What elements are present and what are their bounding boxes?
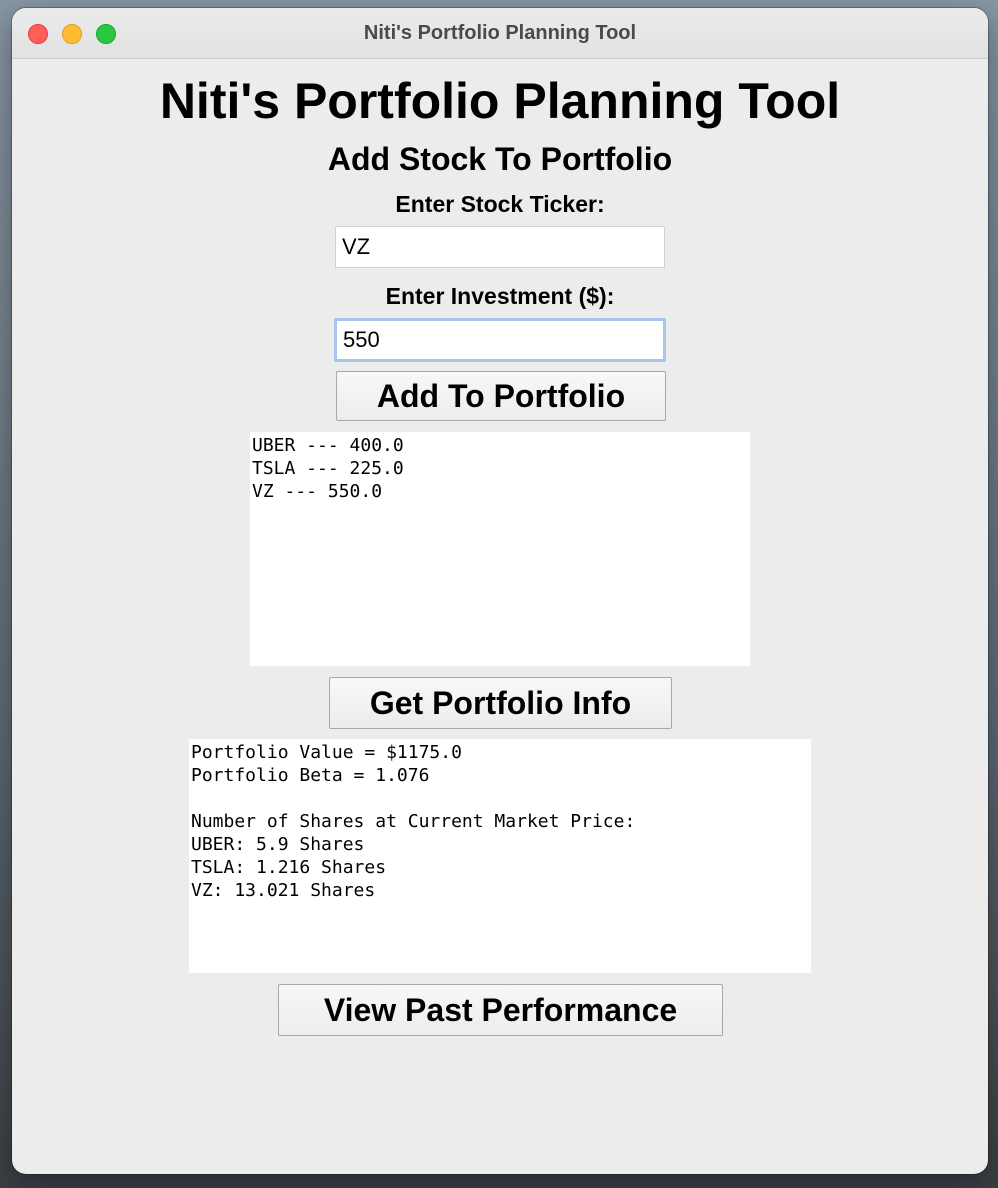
- ticker-label: Enter Stock Ticker:: [395, 191, 605, 217]
- investment-label: Enter Investment ($):: [385, 283, 615, 309]
- title-bar[interactable]: Niti's Portfolio Planning Tool: [12, 8, 988, 59]
- info-line: TSLA: 1.216 Shares: [191, 857, 387, 878]
- app-window: Niti's Portfolio Planning Tool Niti's Po…: [12, 8, 988, 1174]
- add-to-portfolio-button[interactable]: Add To Portfolio: [336, 371, 666, 421]
- get-portfolio-info-button[interactable]: Get Portfolio Info: [329, 677, 672, 729]
- investment-input[interactable]: [334, 318, 666, 362]
- holdings-list[interactable]: UBER --- 400.0 TSLA --- 225.0 VZ --- 550.0: [250, 432, 750, 666]
- info-line: [191, 787, 809, 810]
- portfolio-info-output[interactable]: Portfolio Value = $1175.0 Portfolio Beta …: [189, 739, 811, 973]
- holding-line: UBER --- 400.0: [252, 435, 404, 456]
- ticker-input[interactable]: [335, 226, 665, 268]
- section-title: Add Stock To Portfolio: [327, 141, 673, 177]
- app-heading: Niti's Portfolio Planning Tool: [159, 73, 841, 129]
- main-content: Niti's Portfolio Planning Tool Add Stock…: [12, 59, 988, 1174]
- info-line: UBER: 5.9 Shares: [191, 834, 365, 855]
- holding-line: TSLA --- 225.0: [252, 458, 404, 479]
- info-line: VZ: 13.021 Shares: [191, 880, 376, 901]
- info-line: Number of Shares at Current Market Price…: [191, 811, 636, 832]
- info-line: Portfolio Value = $1175.0: [191, 742, 462, 763]
- window-title: Niti's Portfolio Planning Tool: [363, 22, 637, 44]
- holding-line: VZ --- 550.0: [252, 481, 383, 502]
- desktop: Niti's Portfolio Planning Tool Niti's Po…: [0, 0, 998, 1188]
- info-line: Portfolio Beta = 1.076: [191, 765, 430, 786]
- view-past-performance-button[interactable]: View Past Performance: [278, 984, 723, 1036]
